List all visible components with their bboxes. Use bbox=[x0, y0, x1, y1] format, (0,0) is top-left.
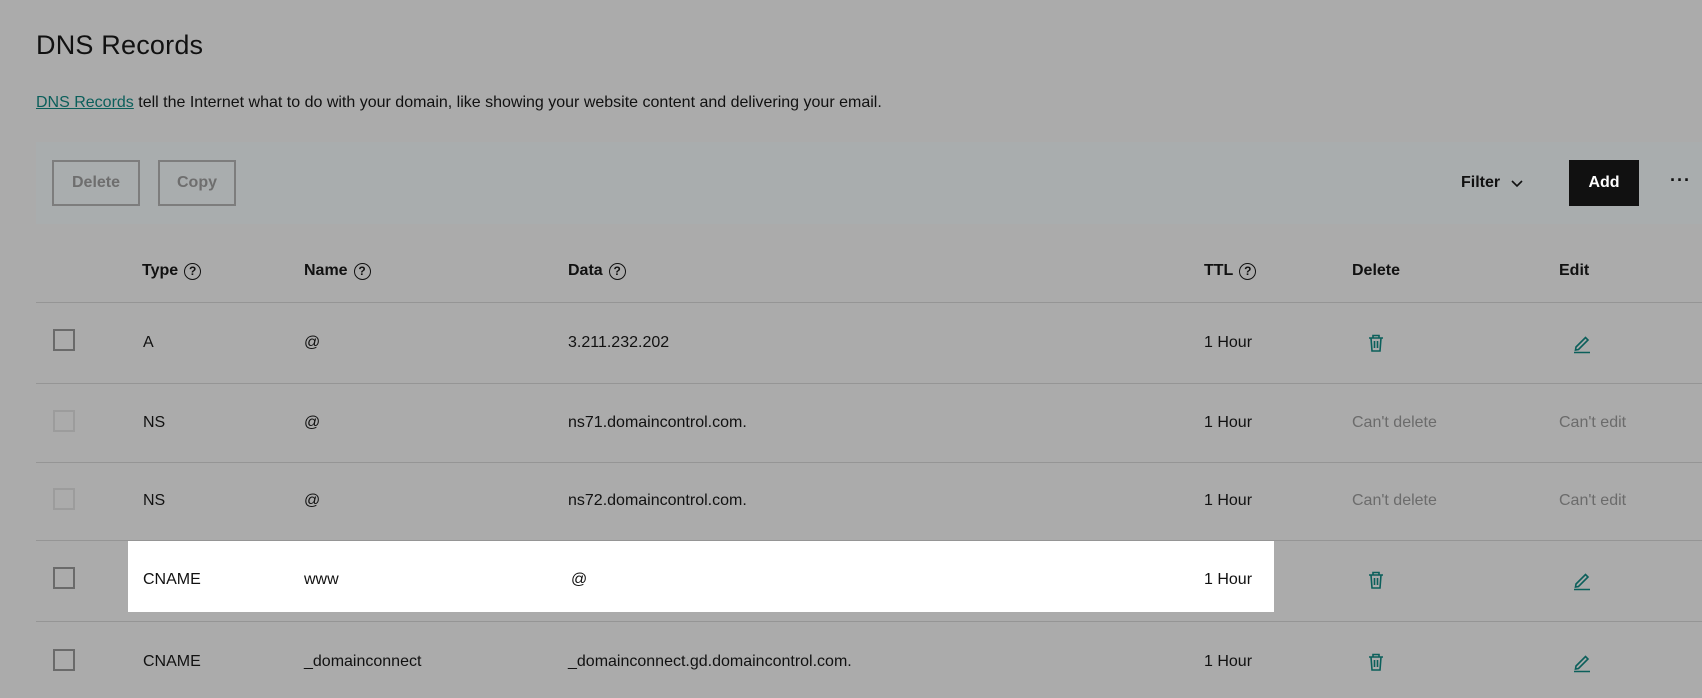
record-ttl: 1 Hour bbox=[1204, 334, 1253, 351]
row-checkbox bbox=[53, 410, 75, 432]
header-type[interactable]: Type ? bbox=[142, 262, 202, 280]
dns-records-link[interactable]: DNS Records bbox=[36, 94, 134, 111]
header-ttl[interactable]: TTL ? bbox=[1204, 262, 1257, 280]
help-icon[interactable]: ? bbox=[608, 262, 626, 280]
cant-edit-text: Can't edit bbox=[1559, 492, 1627, 509]
delete-button[interactable]: Delete bbox=[52, 160, 140, 206]
row-checkbox[interactable] bbox=[53, 329, 75, 351]
add-button[interactable]: Add bbox=[1569, 160, 1639, 206]
help-icon[interactable]: ? bbox=[184, 262, 202, 280]
pencil-icon[interactable] bbox=[1571, 651, 1593, 673]
header-data[interactable]: Data ? bbox=[568, 262, 626, 280]
header-ttl-label: TTL bbox=[1204, 262, 1234, 279]
record-data: @ bbox=[571, 571, 588, 588]
record-ttl: 1 Hour bbox=[1204, 571, 1253, 588]
table-row: NS @ ns71.domaincontrol.com. 1 Hour Can'… bbox=[36, 384, 1702, 463]
record-name: @ bbox=[304, 492, 321, 509]
record-data: 3.211.232.202 bbox=[568, 334, 670, 351]
record-data: ns71.domaincontrol.com. bbox=[568, 414, 747, 431]
more-options-icon[interactable]: ··· bbox=[1670, 170, 1691, 191]
record-type: CNAME bbox=[143, 653, 201, 670]
record-data: _domainconnect.gd.domaincontrol.com. bbox=[568, 653, 852, 670]
header-edit-label: Edit bbox=[1559, 262, 1590, 279]
header-name-label: Name bbox=[304, 262, 348, 279]
row-checkbox[interactable] bbox=[53, 649, 75, 671]
header-data-label: Data bbox=[568, 262, 603, 279]
record-name: @ bbox=[304, 334, 321, 351]
header-delete-label: Delete bbox=[1352, 262, 1401, 279]
record-type: A bbox=[143, 334, 154, 351]
record-name: _domainconnect bbox=[304, 653, 422, 670]
help-icon[interactable]: ? bbox=[1239, 262, 1257, 280]
dns-records-page: DNS Records DNS Records tell the Interne… bbox=[0, 0, 1702, 698]
table-row: A @ 3.211.232.202 1 Hour bbox=[36, 303, 1702, 384]
table-row: NS @ ns72.domaincontrol.com. 1 Hour Can'… bbox=[36, 463, 1702, 541]
pencil-icon[interactable] bbox=[1571, 332, 1593, 354]
record-ttl: 1 Hour bbox=[1204, 492, 1253, 509]
table-row: CNAME www @ 1 Hour bbox=[36, 541, 1702, 622]
record-type: CNAME bbox=[143, 571, 201, 588]
header-edit: Edit bbox=[1559, 262, 1589, 280]
filter-dropdown[interactable]: Filter bbox=[1461, 160, 1524, 206]
record-name: @ bbox=[304, 414, 321, 431]
records-toolbar: Delete Copy Filter Add ··· bbox=[36, 142, 1702, 224]
cant-delete-text: Can't delete bbox=[1352, 414, 1437, 431]
help-icon[interactable]: ? bbox=[353, 262, 371, 280]
record-ttl: 1 Hour bbox=[1204, 414, 1253, 431]
cant-delete-text: Can't delete bbox=[1352, 492, 1437, 509]
header-name[interactable]: Name ? bbox=[304, 262, 371, 280]
trash-icon[interactable] bbox=[1365, 569, 1387, 591]
record-type: NS bbox=[143, 492, 166, 509]
table-header: Type ? Name ? Data ? TTL ? Delete Edit bbox=[36, 240, 1702, 303]
cant-edit-text: Can't edit bbox=[1559, 414, 1627, 431]
record-name: www bbox=[304, 571, 339, 588]
pencil-icon[interactable] bbox=[1571, 569, 1593, 591]
record-ttl: 1 Hour bbox=[1204, 653, 1253, 670]
record-data: ns72.domaincontrol.com. bbox=[568, 492, 747, 509]
header-type-label: Type bbox=[142, 262, 179, 279]
intro-description: tell the Internet what to do with your d… bbox=[133, 94, 882, 111]
row-checkbox[interactable] bbox=[53, 567, 75, 589]
chevron-down-icon bbox=[1511, 180, 1523, 188]
filter-label: Filter bbox=[1461, 174, 1501, 191]
intro-text: DNS Records tell the Internet what to do… bbox=[36, 94, 882, 112]
row-checkbox bbox=[53, 488, 75, 510]
trash-icon[interactable] bbox=[1365, 651, 1387, 673]
page-title: DNS Records bbox=[36, 30, 204, 60]
copy-button[interactable]: Copy bbox=[158, 160, 236, 206]
header-delete: Delete bbox=[1352, 262, 1400, 280]
trash-icon[interactable] bbox=[1365, 332, 1387, 354]
table-row: CNAME _domainconnect _domainconnect.gd.d… bbox=[36, 622, 1702, 698]
record-type: NS bbox=[143, 414, 166, 431]
